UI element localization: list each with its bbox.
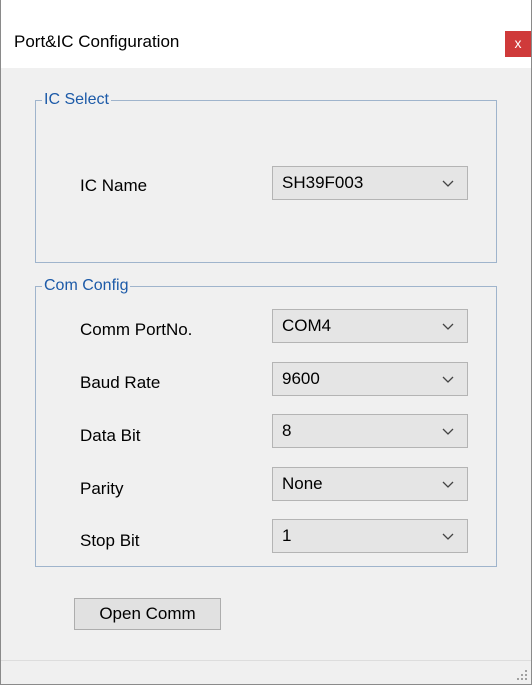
stop-bit-label: Stop Bit bbox=[80, 531, 140, 550]
chevron-down-icon bbox=[442, 481, 454, 488]
comm-port-dropdown[interactable]: COM4 bbox=[272, 309, 468, 343]
baud-rate-label: Baud Rate bbox=[80, 373, 161, 392]
window-title: Port&IC Configuration bbox=[14, 32, 180, 51]
ic-name-label: IC Name bbox=[80, 176, 148, 195]
data-bit-dropdown[interactable]: 8 bbox=[272, 414, 468, 448]
baud-rate-dropdown[interactable]: 9600 bbox=[272, 362, 468, 396]
data-bit-value: 8 bbox=[282, 421, 292, 440]
chevron-down-icon bbox=[442, 376, 454, 383]
comm-port-value: COM4 bbox=[282, 316, 332, 335]
title-bar[interactable]: Port&IC Configuration x bbox=[1, 0, 531, 68]
baud-rate-value: 9600 bbox=[282, 369, 320, 388]
chevron-down-icon bbox=[442, 180, 454, 187]
parity-label: Parity bbox=[80, 479, 124, 498]
ic-name-value: SH39F003 bbox=[282, 173, 364, 192]
chevron-down-icon bbox=[442, 428, 454, 435]
resize-grip-icon[interactable] bbox=[514, 667, 528, 681]
ic-select-legend: IC Select bbox=[44, 91, 109, 108]
com-config-legend: Com Config bbox=[44, 277, 129, 294]
stop-bit-value: 1 bbox=[282, 526, 292, 545]
chevron-down-icon bbox=[442, 533, 454, 540]
close-button[interactable]: x bbox=[505, 31, 531, 57]
port-ic-configuration-dialog: Port&IC Configuration x IC Select IC Nam… bbox=[0, 0, 532, 685]
open-comm-button[interactable]: Open Comm bbox=[74, 598, 221, 630]
chevron-down-icon bbox=[442, 323, 454, 330]
stop-bit-dropdown[interactable]: 1 bbox=[272, 519, 468, 553]
status-divider bbox=[1, 660, 531, 661]
comm-port-label: Comm PortNo. bbox=[80, 320, 193, 339]
parity-dropdown[interactable]: None bbox=[272, 467, 468, 501]
data-bit-label: Data Bit bbox=[80, 426, 141, 445]
parity-value: None bbox=[282, 474, 323, 493]
close-icon: x bbox=[514, 35, 522, 51]
ic-name-dropdown[interactable]: SH39F003 bbox=[272, 166, 468, 200]
